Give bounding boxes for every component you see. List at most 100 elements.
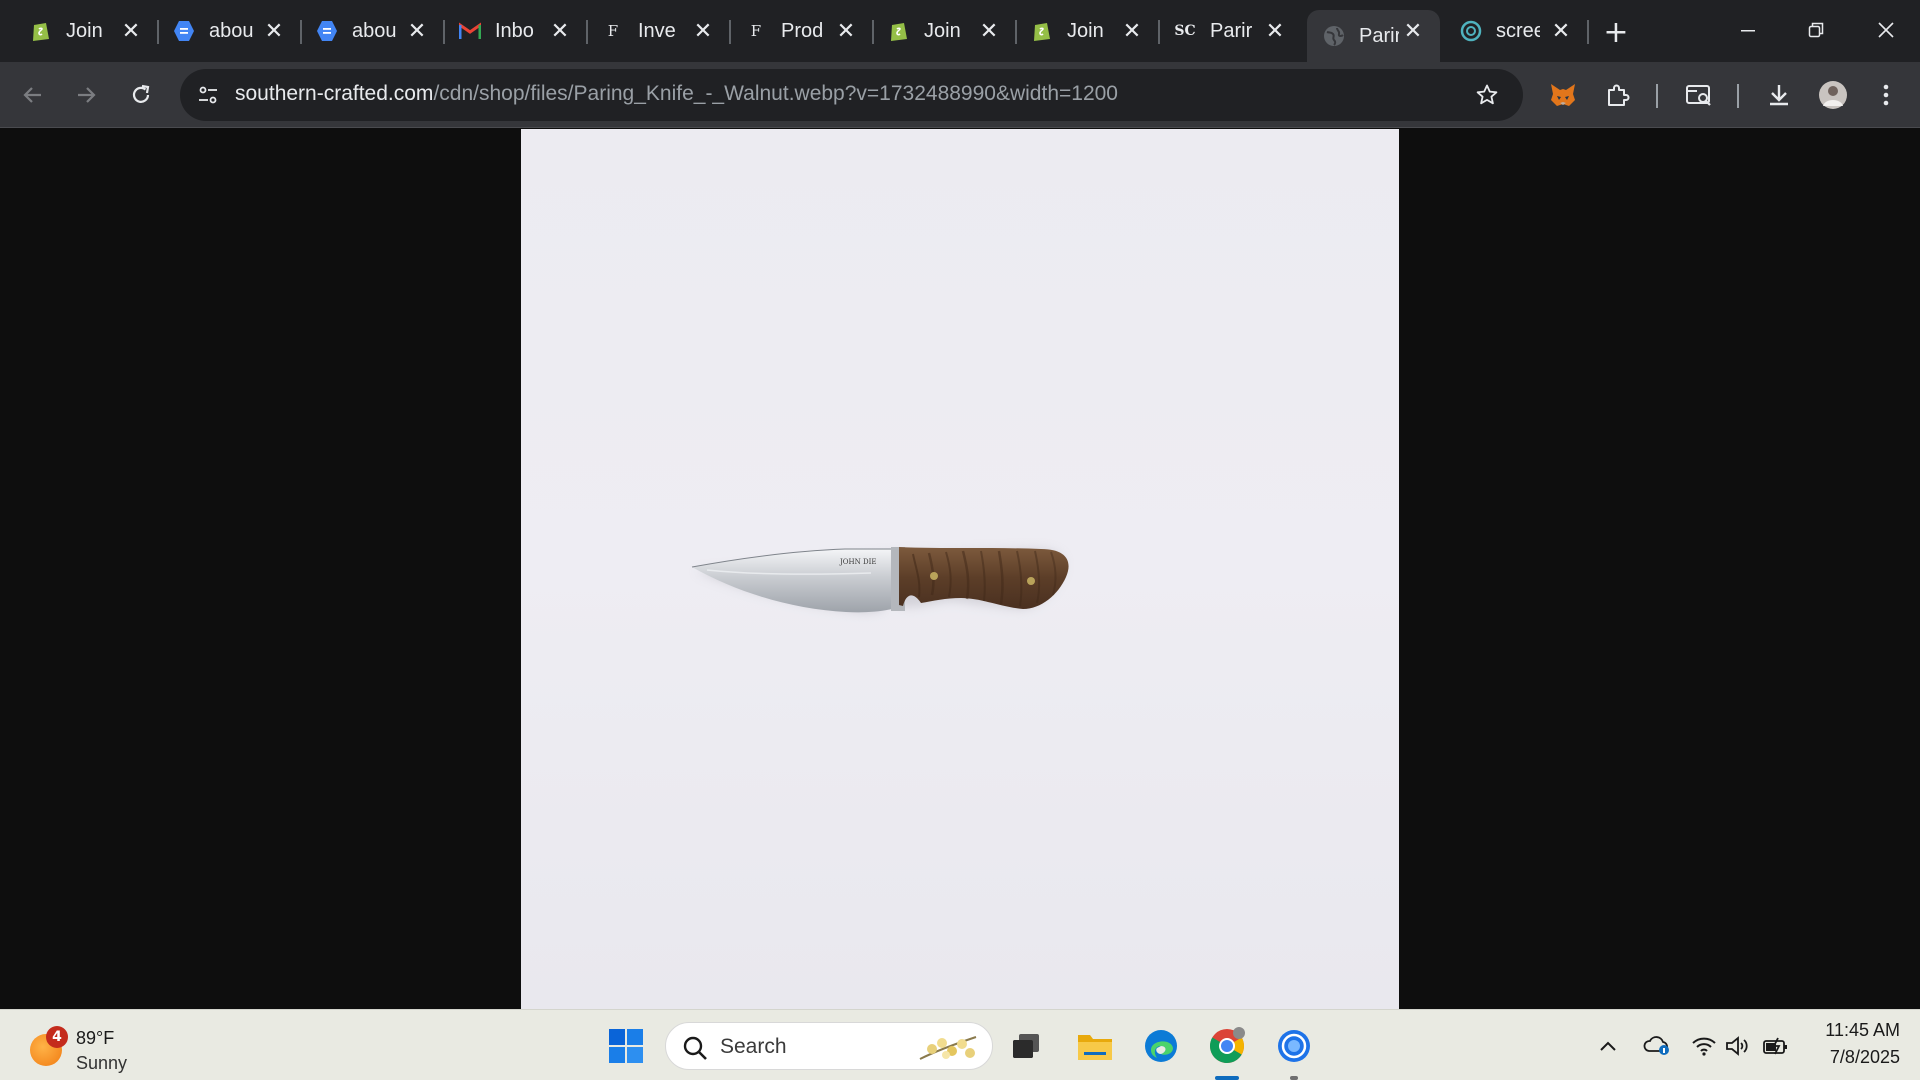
- tab-title: Parir: [1359, 24, 1399, 47]
- tab-screencast[interactable]: scree ✕: [1440, 10, 1589, 52]
- new-tab-button[interactable]: +: [1598, 14, 1634, 50]
- task-view-button[interactable]: [1004, 1024, 1048, 1068]
- tab-title: Join: [1067, 19, 1104, 42]
- wifi-icon[interactable]: [1688, 1030, 1720, 1062]
- tab-about-1[interactable]: abou ✕: [143, 10, 302, 52]
- onedrive-sync-icon[interactable]: [1641, 1030, 1673, 1062]
- arrow-right-icon: [78, 87, 96, 103]
- handle-pin: [1027, 577, 1035, 585]
- start-button[interactable]: [604, 1024, 648, 1068]
- tab-title: scree: [1496, 19, 1540, 42]
- file-explorer-button[interactable]: [1073, 1024, 1117, 1068]
- sc-icon: SC: [1174, 23, 1196, 39]
- shopify-icon: [888, 20, 910, 42]
- search-highlight-icon: [919, 1036, 977, 1060]
- google-docs-icon: [316, 20, 338, 42]
- battery-charging-icon[interactable]: [1760, 1030, 1792, 1062]
- paring-knife-walnut-image: JOHN DIE: [691, 547, 1069, 613]
- close-tab-icon[interactable]: ✕: [690, 18, 716, 44]
- extensions-puzzle-icon[interactable]: [1599, 76, 1637, 114]
- handle-pin: [930, 572, 938, 580]
- screencast-app-button[interactable]: [1272, 1024, 1316, 1068]
- bookmark-star-icon[interactable]: [1471, 79, 1503, 111]
- arrow-left-icon: [23, 87, 41, 103]
- clock-date: 7/8/2025: [1829, 1047, 1900, 1067]
- close-tab-icon[interactable]: ✕: [261, 18, 287, 44]
- tab-title: Join: [924, 19, 961, 42]
- close-window-button[interactable]: [1856, 8, 1916, 52]
- restore-button[interactable]: [1786, 8, 1846, 52]
- show-hidden-icons-chevron-icon[interactable]: [1592, 1030, 1624, 1062]
- tab-inbox[interactable]: Inbo ✕: [429, 10, 588, 52]
- task-view-icon: [1013, 1034, 1039, 1058]
- close-tab-icon[interactable]: ✕: [1400, 18, 1426, 44]
- tab-products[interactable]: F Prod ✕: [715, 10, 874, 52]
- forward-button[interactable]: [66, 75, 106, 115]
- close-tab-icon[interactable]: ✕: [1119, 18, 1145, 44]
- shopify-icon: [30, 20, 52, 42]
- tab-title: Parir: [1210, 19, 1253, 42]
- app-running-indicator: [1290, 1076, 1298, 1080]
- site-info-icon[interactable]: [192, 79, 224, 111]
- screencast-icon: [1278, 1030, 1310, 1062]
- browser-toolbar: southern-crafted.com/cdn/shop/files/Pari…: [0, 62, 1920, 128]
- search-label: Search: [720, 1035, 787, 1058]
- tab-title: Prod: [781, 19, 824, 42]
- windows-logo-icon: [609, 1029, 643, 1063]
- reload-icon: [132, 84, 150, 103]
- close-tab-icon[interactable]: ✕: [547, 18, 573, 44]
- metamask-extension-icon[interactable]: [1544, 76, 1582, 114]
- weather-widget[interactable]: 4 89°F Sunny: [22, 1018, 162, 1074]
- minimize-button[interactable]: [1718, 8, 1778, 52]
- weather-condition: Sunny: [76, 1053, 128, 1073]
- address-bar[interactable]: southern-crafted.com/cdn/shop/files/Pari…: [180, 69, 1523, 121]
- toolbar-divider: [1656, 84, 1658, 108]
- close-tab-icon[interactable]: ✕: [404, 18, 430, 44]
- gmail-icon: [459, 20, 481, 42]
- f-icon: F: [607, 22, 619, 40]
- tab-join-3[interactable]: Join ✕: [1001, 10, 1160, 52]
- download-icon[interactable]: [1760, 76, 1798, 114]
- restore-icon: [1808, 22, 1824, 38]
- tab-join-2[interactable]: Join ✕: [858, 10, 1017, 52]
- profile-avatar[interactable]: [1814, 76, 1852, 114]
- edge-button[interactable]: [1139, 1024, 1183, 1068]
- weather-temp: 89°F: [76, 1028, 115, 1048]
- back-button[interactable]: [13, 75, 53, 115]
- close-tab-icon[interactable]: ✕: [976, 18, 1002, 44]
- search-icon: [683, 1036, 707, 1060]
- close-tab-icon[interactable]: ✕: [833, 18, 859, 44]
- toolbar-divider: [1737, 84, 1739, 108]
- f-icon: F: [750, 22, 762, 40]
- volume-icon[interactable]: [1722, 1030, 1754, 1062]
- tab-join-1[interactable]: Join ✕: [0, 10, 159, 52]
- close-icon: [1878, 22, 1894, 38]
- taskbar-search[interactable]: Search: [665, 1022, 993, 1070]
- tab-paring-sc[interactable]: SC Parir ✕: [1144, 10, 1302, 52]
- reload-button[interactable]: [121, 75, 161, 115]
- tab-paring-active[interactable]: Parir ✕: [1307, 10, 1440, 62]
- windows-taskbar: 4 89°F Sunny Search 11:45 AM 7/8/2025: [0, 1009, 1920, 1080]
- close-tab-icon[interactable]: ✕: [1262, 18, 1288, 44]
- globe-icon: [1323, 25, 1345, 47]
- close-tab-icon[interactable]: ✕: [118, 18, 144, 44]
- chrome-button[interactable]: [1205, 1024, 1249, 1068]
- tab-inventory[interactable]: F Inve ✕: [572, 10, 731, 52]
- close-tab-icon[interactable]: ✕: [1548, 18, 1574, 44]
- notification-badge: 4: [46, 1026, 68, 1048]
- shopify-icon: [1031, 20, 1053, 42]
- tab-separator: [1587, 20, 1589, 44]
- tab-about-2[interactable]: abou ✕: [286, 10, 445, 52]
- tab-title: Inbo: [495, 19, 534, 42]
- image-viewer: JOHN DIE: [0, 129, 1920, 1009]
- blade-logo: JOHN DIE: [839, 558, 877, 566]
- tab-search-icon[interactable]: [1680, 76, 1718, 114]
- screencast-icon: [1460, 20, 1482, 42]
- clock-time: 11:45 AM: [1825, 1020, 1900, 1040]
- url-path: /cdn/shop/files/Paring_Knife_-_Walnut.we…: [433, 82, 1118, 105]
- system-clock[interactable]: 11:45 AM 7/8/2025: [1800, 1020, 1900, 1068]
- url-text[interactable]: southern-crafted.com/cdn/shop/files/Pari…: [235, 82, 1118, 106]
- product-image[interactable]: JOHN DIE: [521, 129, 1399, 1009]
- more-menu-icon[interactable]: [1867, 76, 1905, 114]
- minimize-icon: [1741, 30, 1755, 32]
